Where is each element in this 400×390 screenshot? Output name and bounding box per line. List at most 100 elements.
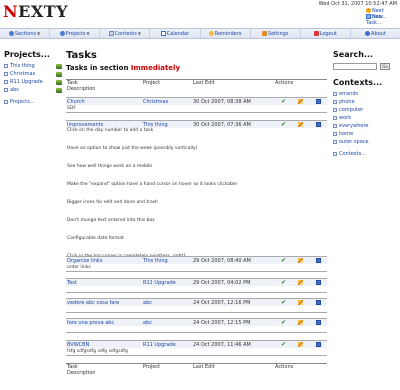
task-name-link[interactable]: vedere abc cosa fare [66,300,143,306]
trash-icon[interactable] [315,258,321,263]
search-input[interactable] [333,63,377,70]
task-name-link[interactable]: Organize links [66,258,143,264]
project-icon [4,80,8,84]
task-item: Church Christmas 30 Oct 2007, 08:38 AM ✔… [66,97,327,113]
col-last-edit: Last Edit [193,80,215,86]
col-project: Project [143,364,161,370]
task-item: Test R11 Upgrade 29 Oct 2007, 04:02 PM ✔ [66,278,327,293]
context-item[interactable]: errands [333,90,395,98]
trash-icon[interactable] [315,280,321,285]
settings-icon [261,31,267,36]
trash-icon[interactable] [315,342,321,347]
edit-pencil-icon[interactable] [298,342,303,347]
edit-pencil-icon[interactable] [298,300,303,305]
section-heading: Tasks in section Immediately [66,64,181,72]
table-row: Organize links This thing 29 Oct 2007, 0… [66,257,327,264]
done-check-icon[interactable]: ✔ [281,279,286,286]
project-status-icon [56,71,62,77]
task-project-link[interactable]: R11 Upgrade [143,280,193,286]
project-item[interactable]: This thing [4,62,62,70]
trash-icon[interactable] [315,320,321,325]
chevron-down-icon: ▼ [86,31,90,36]
done-check-icon[interactable]: ✔ [281,257,286,264]
context-item[interactable]: everywhere [333,122,395,130]
context-item[interactable]: phone [333,98,395,106]
task-project-link[interactable]: This thing [143,122,193,128]
projects-more-link[interactable]: Projects... [4,98,62,106]
done-check-icon[interactable]: ✔ [281,341,286,348]
contexts-more-link[interactable]: Contexts... [333,150,395,158]
edit-pencil-icon[interactable] [298,280,303,285]
project-status-icon [56,63,62,69]
trash-icon[interactable] [315,122,321,127]
nav-settings[interactable]: Settings [251,29,301,38]
task-description: order links [67,265,91,270]
nav-reminders[interactable]: Reminders [201,29,251,38]
nav-logout[interactable]: Logout [301,29,351,38]
table-row: BVWCBN R11 Upgrade 24 Oct 2007, 11:46 AM… [66,341,327,348]
context-item[interactable]: work [333,114,395,122]
context-icon [333,108,337,112]
nav-projects[interactable]: Projects ▼ [50,29,101,38]
col-description: Description [67,86,96,92]
task-name-link[interactable]: fare una prova abc [66,320,143,326]
page-title: Tasks [66,50,97,61]
project-status-icon [56,87,62,93]
context-icon [333,124,337,128]
done-check-icon[interactable]: ✔ [281,299,286,306]
nav-about[interactable]: About [351,29,400,38]
task-description: SDF [67,106,76,111]
project-item[interactable]: Christmas [4,70,62,78]
task-last-edit: 30 Oct 2007, 07:36 AM [193,121,251,128]
logout-icon [313,31,319,36]
task-project-link[interactable]: Christmas [143,99,193,105]
nav-calendar[interactable]: Calendar [150,29,201,38]
reminders-icon [208,31,214,36]
col-project: Project [143,80,161,86]
done-check-icon[interactable]: ✔ [281,98,286,105]
project-item[interactable]: abc [4,86,62,94]
task-project-link[interactable]: R11 Upgrade [143,342,193,348]
table-row: vedere abc cosa fare abc 24 Oct 2007, 12… [66,299,327,306]
done-check-icon[interactable]: ✔ [281,319,286,326]
projects-list: This thing Christmas R11 Upgrade abc Pro… [4,62,62,106]
context-item[interactable]: outer space [333,138,395,146]
new-task-icon [366,14,371,19]
task-name-link[interactable]: BVWCBN [66,342,143,348]
list-icon [4,100,8,104]
app-logo[interactable]: NEXTY [3,2,68,21]
table-header: Task Project Last Edit Actions Descripti… [66,79,327,92]
edit-pencil-icon[interactable] [298,122,303,127]
context-icon [333,140,337,144]
done-check-icon[interactable]: ✔ [281,121,286,128]
project-item[interactable]: R11 Upgrade [4,78,62,86]
trash-icon[interactable] [315,300,321,305]
about-icon [365,31,371,36]
task-project-link[interactable]: This thing [143,258,193,264]
search-go-button[interactable]: Go [380,63,390,70]
context-icon [333,116,337,120]
edit-pencil-icon[interactable] [298,258,303,263]
edit-pencil-icon[interactable] [298,99,303,104]
trash-icon[interactable] [315,99,321,104]
context-item[interactable]: home [333,130,395,138]
task-project-link[interactable]: abc [143,320,193,326]
task-description: Click on the day number to add a task Ha… [67,128,238,259]
contexts-title[interactable]: Contexts... [333,78,382,87]
nav-contexts[interactable]: Contexts ▼ [100,29,151,38]
projects-icon [59,31,65,36]
task-project-link[interactable]: abc [143,300,193,306]
project-icon [4,72,8,76]
task-item: Improvements This thing 30 Oct 2007, 07:… [66,120,327,264]
edit-pencil-icon[interactable] [298,320,303,325]
col-actions: Actions [275,364,294,370]
task-name-link[interactable]: Improvements [66,122,143,128]
task-name-link[interactable]: Church [66,99,143,105]
nav-sections[interactable]: Sections ▼ [0,29,51,38]
projects-title[interactable]: Projects... [4,50,50,59]
task-name-link[interactable]: Test [66,280,143,286]
task-last-edit: 24 Oct 2007, 11:46 AM [193,341,251,348]
context-item[interactable]: computer [333,106,395,114]
new-task-link[interactable]: New Task... [366,14,400,26]
chevron-down-icon: ▼ [37,31,41,36]
